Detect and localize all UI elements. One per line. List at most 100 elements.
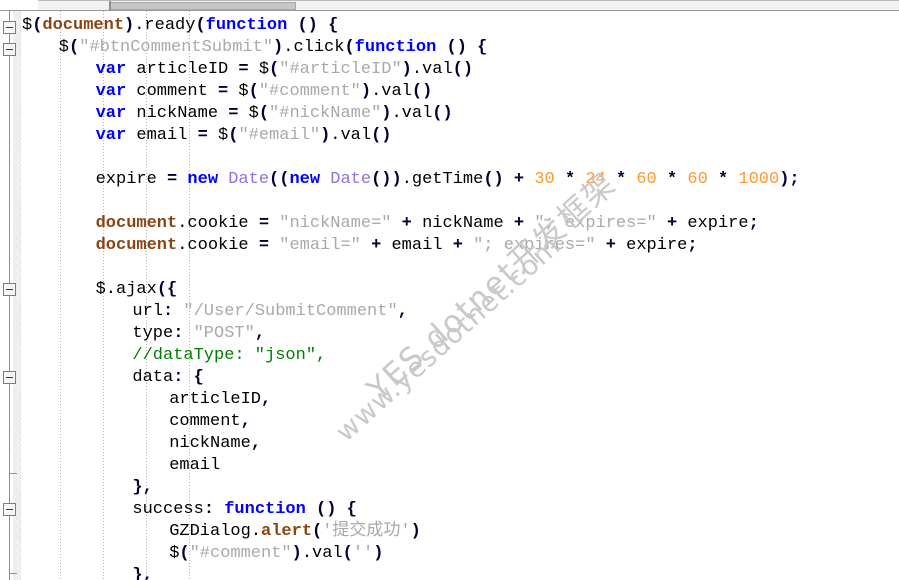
code-token-punct: ({ bbox=[156, 280, 178, 299]
fold-toggle-icon[interactable] bbox=[3, 503, 16, 516]
code-token-plain: .val bbox=[391, 104, 433, 123]
code-token-type: Date bbox=[330, 170, 372, 189]
code-line[interactable]: $("#btnCommentSubmit").click(function ()… bbox=[59, 37, 488, 59]
code-line[interactable]: var comment = $("#comment").val() bbox=[96, 81, 433, 103]
code-token-string: '' bbox=[352, 544, 374, 563]
code-token-plain: .ready bbox=[134, 16, 196, 35]
code-token-punct: ( bbox=[269, 60, 280, 79]
code-line[interactable]: type: "POST", bbox=[132, 323, 265, 345]
code-line[interactable]: nickName, bbox=[169, 433, 261, 455]
code-token-plain: . bbox=[250, 522, 262, 541]
code-token-punct: * bbox=[564, 170, 576, 189]
fold-toggle-icon[interactable] bbox=[3, 43, 16, 56]
code-line[interactable]: url: "/User/SubmitComment", bbox=[132, 301, 407, 323]
code-token-punct: () bbox=[371, 126, 392, 145]
code-token-plain: type bbox=[132, 324, 174, 343]
code-token-plain: email bbox=[169, 456, 221, 475]
code-token-plain: articleID bbox=[126, 60, 239, 79]
code-line[interactable]: document.cookie = "nickName=" + nickName… bbox=[96, 213, 759, 235]
code-token-plain: $ bbox=[58, 38, 69, 57]
fold-toggle-icon[interactable] bbox=[3, 283, 16, 296]
code-token-number: 24 bbox=[585, 170, 606, 189]
code-token-punct: ) bbox=[381, 104, 392, 123]
code-token-punct: ) bbox=[410, 522, 421, 541]
code-token-plain: url bbox=[132, 302, 163, 321]
code-token-punct: * bbox=[717, 170, 729, 189]
code-line[interactable]: $("#comment").val('') bbox=[169, 543, 383, 565]
fold-toggle-icon[interactable] bbox=[3, 21, 16, 34]
code-token-punct: ( bbox=[228, 126, 239, 145]
code-token-plain: .val bbox=[301, 544, 343, 563]
code-token-number: 30 bbox=[534, 170, 555, 189]
code-line[interactable]: document.cookie = "email=" + email + "; … bbox=[96, 235, 698, 257]
code-line[interactable]: var articleID = $("#articleID").val() bbox=[96, 59, 473, 81]
code-token-punct: ()) bbox=[371, 170, 402, 189]
code-token-punct: = bbox=[218, 82, 229, 101]
code-line[interactable]: $.ajax({ bbox=[96, 279, 178, 301]
code-token-punct: }, bbox=[132, 566, 153, 580]
scrollbar-thumb[interactable] bbox=[110, 2, 296, 10]
code-line[interactable]: //dataType: "json", bbox=[132, 345, 326, 367]
code-token-plain: nickName bbox=[126, 104, 229, 123]
code-line[interactable]: comment, bbox=[169, 411, 251, 433]
code-token-punct: , bbox=[240, 412, 251, 431]
fold-margin[interactable] bbox=[0, 11, 21, 580]
code-token-keyword: new bbox=[187, 170, 219, 189]
code-line[interactable]: GZDialog.alert('提交成功') bbox=[169, 521, 421, 543]
code-token-keyword: new bbox=[289, 170, 321, 189]
code-line[interactable]: var nickName = $("#nickName").val() bbox=[96, 103, 453, 125]
code-token-plain: .getTime bbox=[401, 170, 484, 189]
code-token-plain: email bbox=[126, 126, 198, 145]
code-token-punct: () bbox=[297, 16, 318, 35]
code-token-punct: ) bbox=[291, 544, 302, 563]
code-token-punct: ( bbox=[344, 38, 355, 57]
code-token-plain: .cookie bbox=[177, 236, 259, 255]
code-token-string: "#btnCommentSubmit" bbox=[79, 38, 274, 57]
code-token-punct: ; bbox=[687, 236, 698, 255]
code-line[interactable]: email bbox=[169, 455, 220, 477]
code-editor-window: $(document).ready(function () {$("#btnCo… bbox=[0, 0, 899, 580]
fold-end-tick bbox=[9, 573, 17, 574]
code-line[interactable]: data: { bbox=[132, 367, 203, 389]
code-token-string: "POST" bbox=[193, 324, 255, 343]
code-token-punct: () bbox=[446, 38, 467, 57]
code-token-object: document bbox=[42, 16, 125, 35]
code-token-plain: $ bbox=[22, 16, 33, 35]
fold-end-tick bbox=[9, 473, 17, 474]
code-token-punct: + bbox=[513, 214, 525, 233]
code-token-punct: (( bbox=[269, 170, 290, 189]
horizontal-scrollbar[interactable] bbox=[0, 0, 899, 11]
code-line[interactable]: success: function () { bbox=[132, 499, 356, 521]
code-line[interactable]: articleID, bbox=[169, 389, 271, 411]
code-line[interactable]: $(document).ready(function () { bbox=[22, 15, 338, 37]
code-token-plain: expire bbox=[95, 170, 168, 189]
fold-toggle-icon[interactable] bbox=[3, 371, 16, 384]
code-token-object: document bbox=[95, 236, 178, 255]
scrollbar-thumb-grip[interactable] bbox=[109, 1, 111, 11]
scrollbar-track[interactable] bbox=[38, 0, 899, 11]
code-line[interactable]: var email = $("#email").val() bbox=[96, 125, 392, 147]
code-line[interactable]: }, bbox=[132, 477, 152, 499]
code-token-punct: = bbox=[258, 236, 270, 255]
code-token-plain: nickName bbox=[169, 434, 251, 453]
code-token-punct: ( bbox=[342, 544, 353, 563]
code-token-punct: ( bbox=[179, 544, 190, 563]
code-surface[interactable]: $(document).ready(function () {$("#btnCo… bbox=[22, 11, 899, 580]
code-token-plain: $ bbox=[238, 104, 259, 123]
code-token-punct: () bbox=[432, 104, 453, 123]
code-line[interactable]: expire = new Date((new Date()).getTime()… bbox=[96, 169, 800, 191]
code-token-plain: data bbox=[132, 368, 174, 387]
code-token-string: "#comment" bbox=[189, 544, 292, 563]
code-token-number: 60 bbox=[687, 170, 708, 189]
code-token-string: "#email" bbox=[238, 126, 321, 145]
code-line[interactable]: }, bbox=[132, 565, 152, 580]
code-token-plain: comment bbox=[169, 412, 241, 431]
